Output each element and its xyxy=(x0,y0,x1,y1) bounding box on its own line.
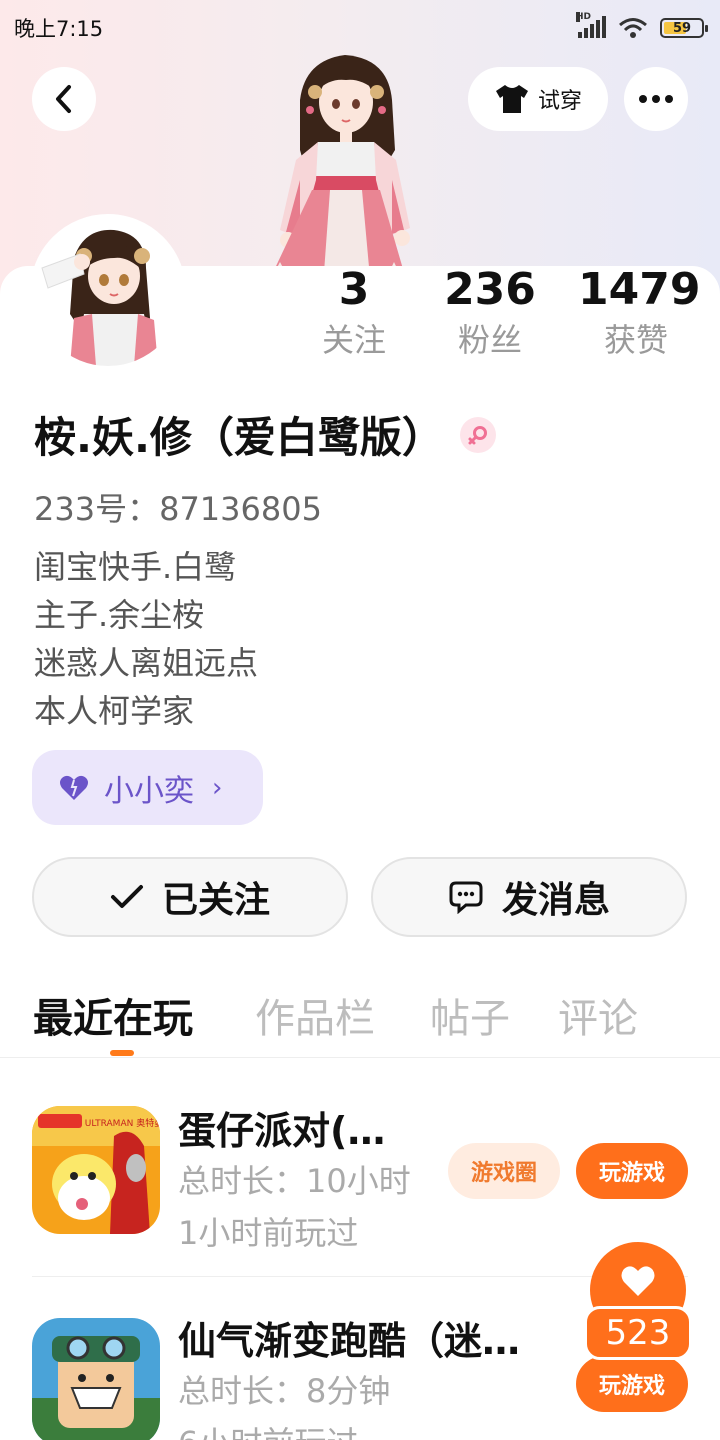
back-button[interactable] xyxy=(32,67,96,131)
wifi-icon xyxy=(619,18,647,38)
profile-name: 桉.妖.修（爱白鹭版） xyxy=(34,413,444,462)
game-duration: 总时长：8分钟 xyxy=(178,1372,391,1410)
content-tabs: 最近在玩 作品栏 帖子 评论 xyxy=(0,980,720,1058)
try-on-button[interactable]: 试穿 xyxy=(468,67,608,131)
more-dots-icon xyxy=(639,95,673,103)
stat-value: 1479 xyxy=(578,264,701,315)
battery-icon: 59 xyxy=(660,18,708,38)
game-icon-eggy-party: ULTRAMAN 奥特曼 xyxy=(32,1106,160,1234)
status-icons: HD 59 xyxy=(576,12,708,39)
stat-fans[interactable]: 236 粉丝 xyxy=(440,262,540,362)
stat-label: 粉丝 xyxy=(457,321,522,359)
game-circle-button[interactable]: 游戏圈 xyxy=(448,1143,560,1199)
bio-line: 本人柯学家 xyxy=(34,692,195,730)
send-message-label: 发消息 xyxy=(501,880,610,921)
stat-label: 关注 xyxy=(321,321,386,359)
icon-caption: ULTRAMAN 奥特曼 xyxy=(85,1117,160,1129)
like-count: 523 xyxy=(584,1306,692,1360)
active-tab-indicator xyxy=(110,1050,134,1056)
relationship-tag-chip[interactable]: 小小奕 › xyxy=(32,750,263,825)
bio-line: 闺宝快手.白鹭 xyxy=(34,548,237,586)
check-icon xyxy=(110,885,143,908)
heart-icon xyxy=(60,775,88,800)
game-last-played: 6小时前玩过 xyxy=(178,1418,358,1440)
tab-recently-played[interactable]: 最近在玩 xyxy=(33,986,193,1044)
tab-posts[interactable]: 帖子 xyxy=(430,986,510,1044)
stat-following[interactable]: 3 关注 xyxy=(314,262,394,362)
play-game-button[interactable]: 玩游戏 xyxy=(576,1356,688,1412)
status-bar: 晚上7:15 HD 59 xyxy=(0,0,720,56)
followed-button[interactable]: 已关注 xyxy=(32,857,348,937)
signal-strength-icon: HD xyxy=(576,12,606,38)
tag-label: 小小奕 xyxy=(104,773,194,809)
tab-comments[interactable]: 评论 xyxy=(558,986,638,1044)
name-row: 桉.妖.修（爱白鹭版） xyxy=(34,404,496,465)
heart-icon xyxy=(621,1266,655,1296)
game-title: 蛋仔派对(… xyxy=(178,1109,386,1153)
stat-label: 获赞 xyxy=(603,321,668,359)
tshirt-icon xyxy=(495,85,528,113)
game-icon-parkour xyxy=(32,1318,160,1440)
status-time: 晚上7:15 xyxy=(14,17,104,41)
bio-line: 主子.余尘桉 xyxy=(34,596,205,634)
game-duration: 总时长：10小时 xyxy=(178,1162,411,1200)
user-id: 233号：87136805 xyxy=(34,490,322,528)
play-game-button[interactable]: 玩游戏 xyxy=(576,1143,688,1199)
chevron-right-icon: › xyxy=(212,772,223,803)
tab-works[interactable]: 作品栏 xyxy=(255,986,375,1044)
bio: 闺宝快手.白鹭 主子.余尘桉 迷惑人离姐远点 本人柯学家 xyxy=(34,543,258,735)
bio-line: 迷惑人离姐远点 xyxy=(34,644,259,682)
floating-like-button[interactable]: 523 xyxy=(584,1242,692,1360)
chevron-left-icon xyxy=(56,85,71,113)
stat-likes[interactable]: 1479 获赞 xyxy=(578,262,701,362)
more-options-button[interactable] xyxy=(624,67,688,131)
chat-bubble-icon xyxy=(449,881,483,914)
send-message-button[interactable]: 发消息 xyxy=(371,857,687,937)
stat-value: 3 xyxy=(338,264,370,315)
female-gender-icon xyxy=(459,416,496,453)
game-title: 仙气渐变跑酷（迷… xyxy=(178,1319,521,1363)
followed-label: 已关注 xyxy=(161,880,270,921)
profile-stats: 3 关注 236 粉丝 1479 获赞 xyxy=(0,262,720,372)
battery-level: 59 xyxy=(672,20,692,36)
game-last-played: 1小时前玩过 xyxy=(178,1214,359,1252)
try-on-label: 试穿 xyxy=(537,89,582,114)
hd-badge: HD xyxy=(576,12,592,22)
stat-value: 236 xyxy=(444,264,536,315)
